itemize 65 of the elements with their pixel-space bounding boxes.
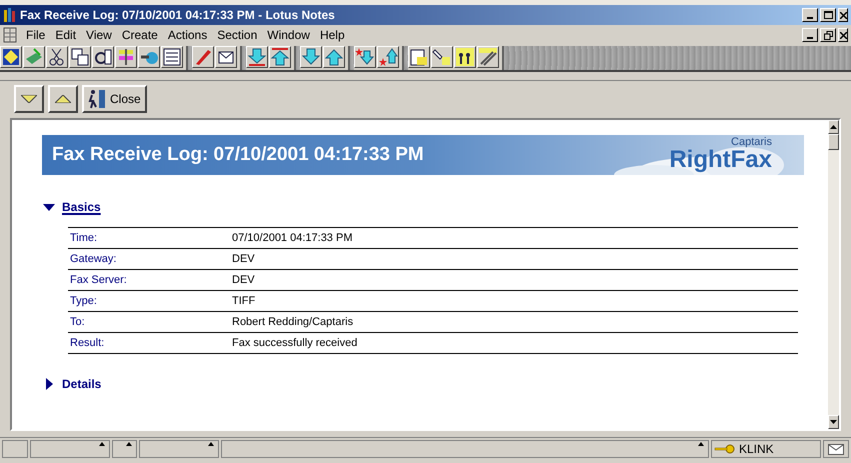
scroll-thumb[interactable] xyxy=(828,134,839,150)
next-button[interactable] xyxy=(14,84,44,112)
menu-item[interactable]: Window xyxy=(262,26,315,44)
list-icon[interactable] xyxy=(162,47,182,67)
minimize-button[interactable] xyxy=(802,28,818,42)
app-icon xyxy=(3,7,17,23)
menu-item[interactable]: Edit xyxy=(50,26,82,44)
expanded-triangle-icon[interactable] xyxy=(43,204,55,210)
caret-icon[interactable] xyxy=(126,442,132,446)
signpost-icon[interactable] xyxy=(116,47,136,67)
banner-title: Fax Receive Log: 07/10/2001 04:17:33 PM xyxy=(52,142,424,167)
caret-icon[interactable] xyxy=(698,442,704,446)
menu-item[interactable]: Create xyxy=(116,26,163,44)
menu-item[interactable]: Section xyxy=(212,26,262,44)
up-triangle-icon xyxy=(55,94,71,102)
close-button[interactable] xyxy=(838,28,848,42)
restore-button[interactable] xyxy=(820,28,836,42)
field-label: Result: xyxy=(69,336,106,351)
scroll-down-icon[interactable] xyxy=(830,420,837,424)
menu-item[interactable]: Help xyxy=(314,26,350,44)
field-value: TIFF xyxy=(232,294,256,309)
field-value: Fax successfully received xyxy=(232,336,358,351)
window-title: Fax Receive Log: 07/10/2001 04:17:33 PM - Lotus Notes xyxy=(20,7,335,24)
field-label: Fax Server: xyxy=(69,272,128,288)
status-panel[interactable] xyxy=(112,440,137,458)
menu-item[interactable]: Actions xyxy=(162,26,212,44)
field-value: DEV xyxy=(232,272,255,288)
caret-icon[interactable] xyxy=(99,442,105,446)
field-label: Type: xyxy=(69,294,98,309)
close-button[interactable]: Close xyxy=(82,84,147,112)
maximize-button[interactable] xyxy=(820,8,836,22)
arrow-up-icon[interactable] xyxy=(270,47,290,67)
section-title[interactable]: Basics xyxy=(62,198,101,216)
mail-icon[interactable] xyxy=(828,444,844,454)
brand-logo: RightFax xyxy=(669,148,772,172)
down-triangle-icon xyxy=(21,94,37,102)
section-title[interactable]: Details xyxy=(62,375,102,393)
close-button[interactable] xyxy=(838,8,848,22)
field-label: To: xyxy=(69,314,86,330)
arrow-down-icon[interactable] xyxy=(301,47,321,67)
previous-button[interactable] xyxy=(48,84,78,112)
field-value: 07/10/2001 04:17:33 PM xyxy=(232,230,352,246)
brand-name: Captaris xyxy=(731,136,772,148)
flashlight-icon[interactable] xyxy=(432,47,452,67)
field-value: Robert Redding/Captaris xyxy=(232,314,354,330)
key-icon[interactable] xyxy=(714,444,736,454)
arrow-down-icon[interactable] xyxy=(247,47,267,67)
field-label: Time: xyxy=(69,230,98,246)
diamond-icon[interactable] xyxy=(1,47,21,67)
field-label: Gateway: xyxy=(69,252,118,267)
menu-item[interactable]: View xyxy=(81,26,117,44)
menu-item[interactable]: File xyxy=(21,26,50,44)
caret-icon[interactable] xyxy=(208,442,214,446)
pen-icon[interactable] xyxy=(193,47,213,67)
document-icon[interactable] xyxy=(3,27,17,43)
scroll-up-icon[interactable] xyxy=(830,125,837,129)
walking-person-icon xyxy=(88,88,106,108)
scrollbar[interactable] xyxy=(828,120,839,429)
collapsed-triangle-icon[interactable] xyxy=(46,378,52,390)
field-value: DEV xyxy=(232,252,255,267)
star-arrow-icon[interactable] xyxy=(378,47,398,67)
restore-icon xyxy=(824,30,832,40)
arrow-up-icon[interactable] xyxy=(324,47,344,67)
star-arrow-icon[interactable] xyxy=(355,47,375,67)
minimize-button[interactable] xyxy=(802,8,818,22)
